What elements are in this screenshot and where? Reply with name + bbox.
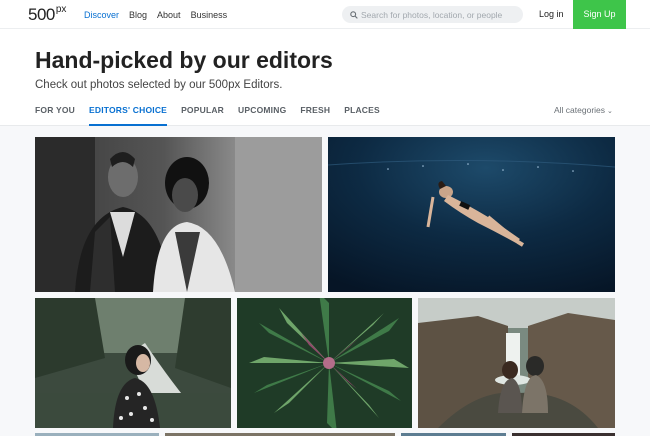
- photo-plant: [237, 298, 412, 428]
- categories-label: All categories: [554, 105, 606, 115]
- search-bar[interactable]: [342, 6, 523, 23]
- photo-tile-woman-waterfall[interactable]: [35, 298, 231, 428]
- main-nav: Discover Blog About Business: [84, 0, 237, 29]
- photo-tile-plant-overhead[interactable]: [237, 298, 412, 428]
- search-input[interactable]: [361, 9, 521, 20]
- tab-places[interactable]: PLACES: [344, 99, 380, 126]
- login-link[interactable]: Log in: [539, 0, 564, 29]
- tab-popular[interactable]: POPULAR: [181, 99, 224, 126]
- photo-underwater: [328, 137, 615, 292]
- photo-tile-underwater-swimmer[interactable]: [328, 137, 615, 292]
- photo-tile-couple-portrait[interactable]: [35, 137, 322, 292]
- photo-woman-waterfall: [35, 298, 231, 428]
- nav-about[interactable]: About: [157, 10, 181, 20]
- top-navigation-bar: 500 px Discover Blog About Business Log …: [0, 0, 650, 29]
- tab-for-you[interactable]: FOR YOU: [35, 99, 75, 126]
- search-icon: [350, 10, 358, 19]
- tab-upcoming[interactable]: UPCOMING: [238, 99, 286, 126]
- feed-tabs: FOR YOU EDITORS' CHOICE POPULAR UPCOMING…: [35, 99, 394, 126]
- photo-tile-canyon-waterfall[interactable]: [418, 298, 615, 428]
- page-header: Hand-picked by our editors Check out pho…: [0, 29, 650, 126]
- categories-dropdown[interactable]: All categories ⌄: [554, 99, 613, 121]
- photo-couple-bw: [35, 137, 322, 292]
- nav-blog[interactable]: Blog: [129, 10, 147, 20]
- signup-button[interactable]: Sign Up: [573, 0, 626, 29]
- logo-superscript: px: [55, 4, 67, 15]
- chevron-down-icon: ⌄: [607, 108, 613, 115]
- 500px-logo[interactable]: 500 px: [28, 4, 67, 25]
- logo-text: 500: [28, 5, 55, 24]
- page-title: Hand-picked by our editors: [35, 47, 333, 73]
- page-subtitle: Check out photos selected by our 500px E…: [35, 79, 283, 91]
- nav-discover[interactable]: Discover: [84, 10, 119, 20]
- tab-fresh[interactable]: FRESH: [300, 99, 330, 126]
- photo-canyon: [418, 298, 615, 428]
- nav-business[interactable]: Business: [191, 10, 228, 20]
- tab-editors-choice[interactable]: EDITORS' CHOICE: [88, 99, 168, 126]
